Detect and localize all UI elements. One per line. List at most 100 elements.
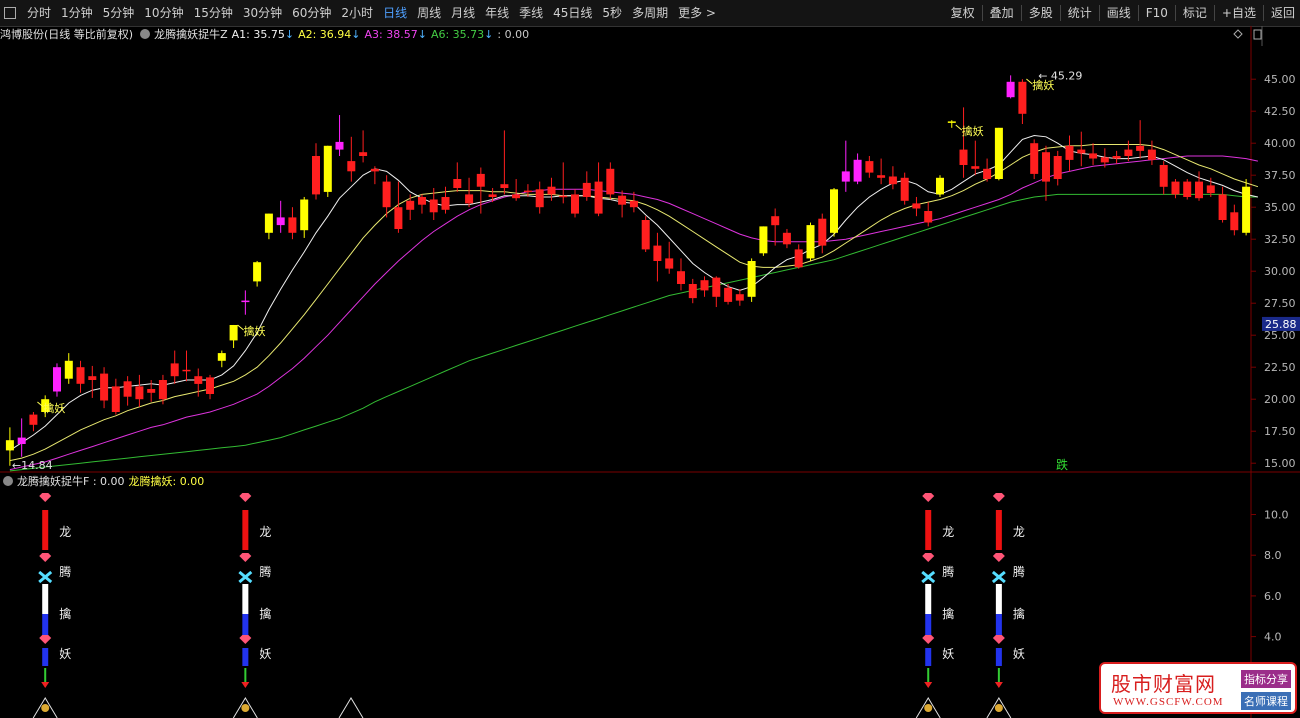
sub-label: 腾 [259, 564, 271, 579]
candle-body [912, 203, 921, 209]
ma-green-line [9, 193, 1258, 472]
period-tab-0[interactable]: 分时 [22, 0, 56, 26]
candle-body [1230, 212, 1239, 231]
toolbar-action-3[interactable]: 统计 [1063, 0, 1097, 26]
signal-bar-red [242, 510, 249, 550]
gem-icon [922, 553, 935, 562]
toolbar-action-4[interactable]: 画线 [1102, 0, 1136, 26]
candle-body [759, 226, 768, 254]
candle-body [747, 261, 756, 297]
sub-label: 龙 [259, 525, 271, 539]
a6-value: A6: 35.73 [430, 27, 485, 41]
candle-body [853, 159, 862, 182]
period-tab-6[interactable]: 60分钟 [287, 0, 336, 26]
coin-icon [241, 704, 250, 712]
window-icon[interactable] [4, 7, 16, 19]
candle-body [135, 386, 144, 400]
butterfly-icon [38, 570, 53, 584]
period-tab-9[interactable]: 周线 [412, 0, 446, 26]
low-price-label: ←14.84 [12, 459, 53, 472]
toolbar-divider [1059, 5, 1061, 21]
candle-body [1006, 81, 1015, 98]
candle-body [453, 179, 462, 188]
sub-label: 龙 [942, 525, 954, 539]
sub-label: 擒 [259, 606, 271, 621]
candle-body [1089, 153, 1098, 159]
panel-toggle-icon[interactable] [1253, 29, 1262, 40]
sub-label: 妖 [259, 647, 271, 661]
y-tick-label: 15.00 [1264, 457, 1296, 470]
candle-body [158, 380, 167, 400]
candle-body [394, 207, 403, 229]
candle-body [629, 200, 638, 208]
coin-icon [924, 704, 933, 712]
sub-label: 龙 [1013, 525, 1025, 539]
sub-label: 擒 [1013, 606, 1025, 621]
high-price-label: ← 45.29 [1038, 69, 1082, 82]
candle-body [877, 175, 886, 178]
sub-label: 龙 [59, 525, 71, 539]
period-tab-4[interactable]: 15分钟 [189, 0, 238, 26]
indicator-toggle-icon[interactable] [140, 29, 151, 39]
sub-label: 腾 [942, 564, 954, 579]
diamond-icon[interactable] [1233, 29, 1243, 39]
toolbar-action-1[interactable]: 叠加 [985, 0, 1019, 26]
signal-bar-blue [42, 648, 49, 666]
toolbar-divider [1020, 5, 1022, 21]
period-tab-15[interactable]: 多周期 [627, 0, 673, 26]
candle-body [182, 369, 191, 372]
period-tab-12[interactable]: 季线 [514, 0, 548, 26]
toolbar-action-2[interactable]: 多股 [1024, 0, 1058, 26]
toolbar-divider [1137, 5, 1139, 21]
candle-body [111, 386, 120, 412]
candle-body [370, 168, 379, 172]
period-tab-13[interactable]: 45日线 [548, 0, 597, 26]
period-tab-16[interactable]: 更多 > [673, 0, 721, 26]
signal-bar-blue [925, 614, 932, 636]
down-arrow-icon [241, 682, 250, 688]
candle-body [53, 367, 61, 392]
candle-body [971, 166, 980, 169]
down-arrow-icon [924, 682, 933, 688]
period-tab-7[interactable]: 2小时 [336, 0, 378, 26]
candle-body [1159, 165, 1168, 187]
candle-body [288, 217, 297, 233]
candle-body [677, 271, 685, 284]
period-tab-11[interactable]: 年线 [480, 0, 514, 26]
sub-label: 擒 [59, 606, 71, 621]
sub-indicator-name: 龙腾擒妖捉牛F : 0.00 [17, 475, 125, 488]
y-tick-label: 35.00 [1264, 201, 1296, 214]
toolbar-action-5[interactable]: F10 [1141, 0, 1173, 26]
toolbar-action-0[interactable]: 复权 [946, 0, 980, 26]
period-tab-10[interactable]: 月线 [446, 0, 480, 26]
candle-body [547, 186, 556, 195]
toolbar-action-6[interactable]: 标记 [1178, 0, 1212, 26]
butterfly-icon [991, 570, 1006, 584]
period-tab-8[interactable]: 日线 [378, 0, 412, 26]
candle-body [1065, 145, 1074, 160]
sub-indicator-value: 龙腾擒妖: 0.00 [128, 475, 205, 488]
candle-body [1218, 194, 1227, 220]
qinyao-label-1: 擒妖 [244, 324, 266, 338]
sub-label: 腾 [59, 564, 71, 579]
period-tab-1[interactable]: 1分钟 [56, 0, 98, 26]
candle-body [264, 213, 273, 233]
period-tab-14[interactable]: 5秒 [597, 0, 627, 26]
kline-chart[interactable]: 15.00 17.50 20.00 22.50 25.00 27.50 30.00 32.50… [0, 26, 1300, 718]
y-tick-label: 20.00 [1264, 393, 1296, 406]
toolbar-action-8[interactable]: 返回 [1266, 0, 1300, 26]
sub-indicator-toggle-icon[interactable] [3, 476, 13, 486]
period-tab-2[interactable]: 5分钟 [98, 0, 140, 26]
candle-body [771, 216, 780, 226]
candle-body [818, 218, 827, 246]
toolbar-actions: 复权 叠加 多股 统计 画线 F10 标记 +自选 返回 [946, 0, 1300, 26]
candle-body [959, 149, 968, 165]
period-tab-3[interactable]: 10分钟 [139, 0, 188, 26]
toolbar-action-7[interactable]: +自选 [1217, 0, 1261, 26]
butterfly-icon [238, 570, 253, 584]
period-tab-5[interactable]: 30分钟 [238, 0, 287, 26]
candle-body [1030, 143, 1039, 174]
candle-body [782, 232, 791, 245]
candle-body [794, 249, 803, 268]
candle-body [947, 121, 956, 123]
